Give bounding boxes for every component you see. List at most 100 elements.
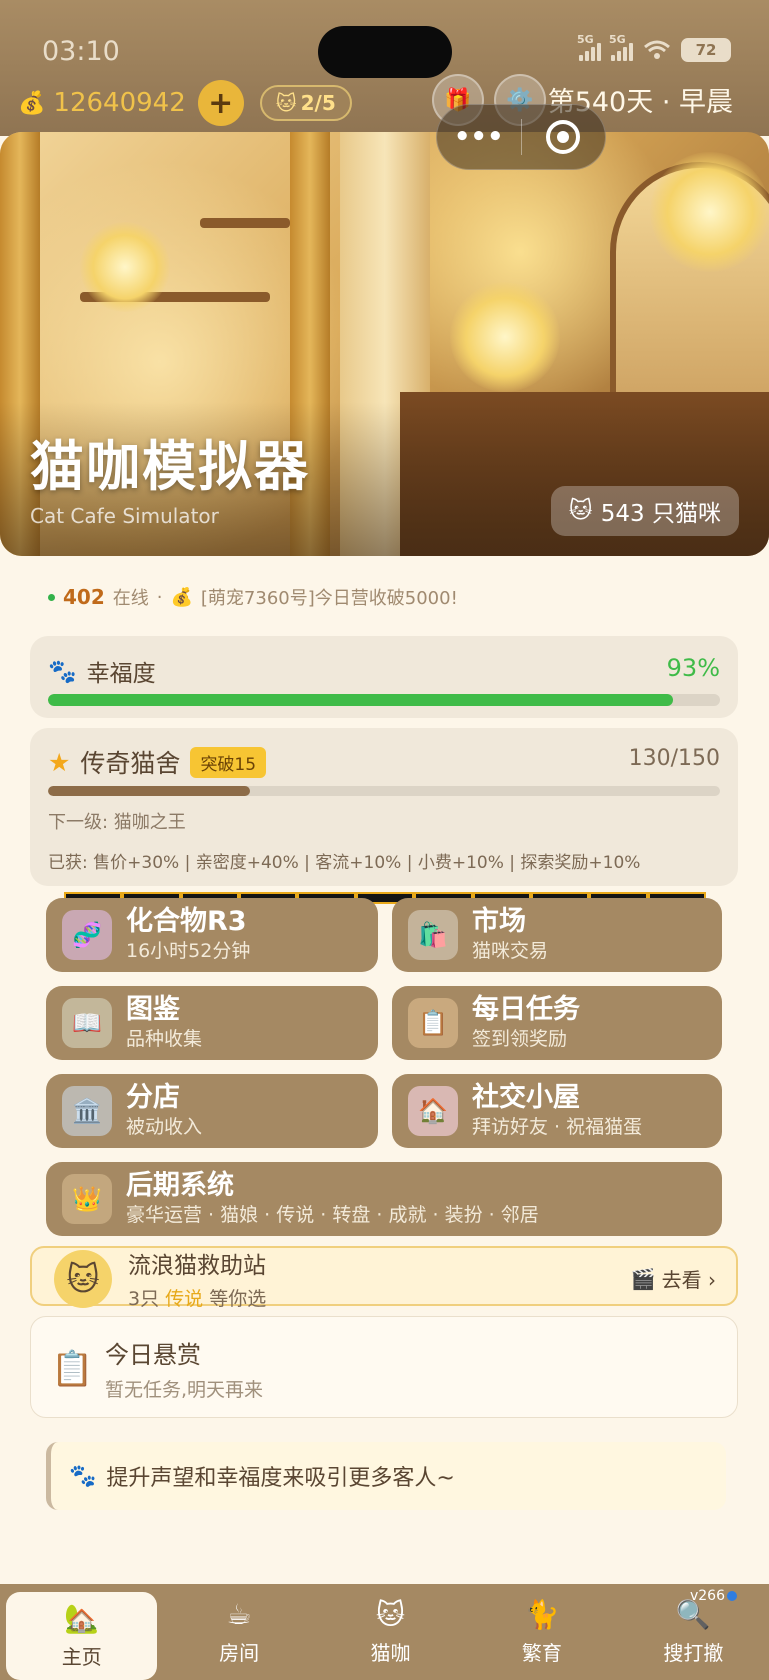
tile-title: 社交小屋 — [472, 1082, 580, 1113]
hero-banner: 猫咖模拟器 Cat Cafe Simulator 🐱 543 只猫咪 — [0, 132, 769, 556]
book-icon: 📖 — [62, 998, 112, 1048]
tile-subtitle: 品种收集 — [126, 1028, 203, 1050]
stray-cat-rescue-banner[interactable]: 🐱 流浪猫救助站 3只 传说 等你选 🎬 去看 › — [30, 1246, 738, 1310]
online-ticker: 402 在线 · 💰 [萌宠7360号]今日营收破5000! — [48, 584, 458, 610]
legend-progress-text: 130/150 — [628, 746, 720, 771]
clipboard-icon: 📋 — [408, 998, 458, 1048]
tab-room[interactable]: ☕ 房间 — [163, 1584, 314, 1680]
branch-store-button[interactable]: 🏛️ 分店被动收入 — [46, 1074, 378, 1148]
happiness-label: 幸福度 — [86, 661, 156, 687]
tip-text: 提升声望和幸福度来吸引更多客人~ — [106, 1466, 455, 1491]
clapperboard-icon: 🎬 — [630, 1266, 656, 1291]
cat-count-badge: 🐱 543 只猫咪 — [550, 486, 739, 536]
happiness-progress-bar — [48, 694, 720, 706]
happiness-progress-fill — [48, 694, 673, 706]
online-suffix: 在线 — [112, 588, 149, 609]
tile-title: 后期系统 — [126, 1170, 234, 1201]
cat-face-icon: 🐱 — [54, 1250, 112, 1308]
next-level-text: 下一级: 猫咖之王 — [48, 812, 186, 833]
happiness-value: 93% — [666, 654, 720, 682]
rescue-highlight: 传说 — [165, 1288, 204, 1310]
cat-cafe-icon: 🐱 — [375, 1598, 406, 1631]
tile-title: 每日任务 — [472, 994, 580, 1025]
cat-face-icon: 🐱 — [275, 91, 297, 115]
late-game-systems-button[interactable]: 👑 后期系统豪华运营 · 猫娘 · 传说 · 转盘 · 成就 · 装扮 · 邻居 — [46, 1162, 722, 1236]
tile-subtitle: 猫咪交易 — [472, 940, 549, 962]
more-dots-icon: ••• — [453, 122, 504, 152]
legend-cattery-card[interactable]: ★ 传奇猫舍 突破15 130/150 下一级: 猫咖之王 已获: 售价+30%… — [30, 728, 738, 886]
money-bag-icon: 💰 — [18, 90, 46, 116]
go-see-link[interactable]: 🎬 去看 › — [631, 1264, 716, 1293]
shelf-decoration — [200, 218, 290, 228]
tab-home[interactable]: 🏡 主页 — [6, 1592, 158, 1680]
news-text: [萌宠7360号]今日营收破5000! — [200, 588, 458, 609]
cat-slots-badge[interactable]: 🐱 2/5 — [259, 85, 352, 121]
tab-label: 搜打撤 — [663, 1641, 724, 1665]
home-icon: 🏡 — [64, 1602, 100, 1635]
tab-label: 房间 — [219, 1641, 260, 1665]
tile-subtitle: 被动收入 — [126, 1116, 203, 1138]
tab-cat-cafe[interactable]: 🐱 猫咖 — [315, 1584, 466, 1680]
close-miniprogram-button[interactable] — [522, 120, 606, 154]
tab-breeding[interactable]: 🐈 繁育 — [466, 1584, 617, 1680]
building-icon: 🏛️ — [62, 1086, 112, 1136]
hero-subtitle: Cat Cafe Simulator — [30, 504, 219, 528]
more-button[interactable]: ••• — [437, 122, 521, 152]
legend-title-row: ★ 传奇猫舍 突破15 — [48, 744, 267, 780]
rescue-title: 流浪猫救助站 — [128, 1253, 266, 1279]
signal-icon: 5G — [577, 33, 601, 61]
paw-icon: 🐾 — [48, 658, 77, 685]
dna-icon: 🧬 — [62, 910, 112, 960]
rescue-subtitle: 3只 传说 等你选 — [128, 1288, 267, 1310]
collection-button[interactable]: 📖 图鉴 品种收集 — [46, 986, 378, 1060]
legend-progress-bar — [48, 786, 720, 796]
bounty-subtitle: 暂无任务,明天再来 — [105, 1379, 264, 1401]
update-dot-icon — [727, 1591, 737, 1601]
tile-subtitle: 签到领奖励 — [472, 1028, 568, 1050]
tile-subtitle: 豪华运营 · 猫娘 · 传说 · 转盘 · 成就 · 装扮 · 邻居 — [126, 1204, 539, 1226]
tile-title: 市场 — [472, 906, 526, 937]
bounty-title: 今日悬赏 — [105, 1341, 201, 1369]
lamp-decoration — [650, 152, 769, 272]
wifi-icon — [644, 40, 670, 59]
online-dot-icon — [48, 593, 55, 601]
status-indicators: 5G 5G 72 — [577, 33, 731, 62]
daily-bounty-card[interactable]: 📋 今日悬赏 暂无任务,明天再来 — [30, 1316, 738, 1418]
go-see-label: 去看 › — [661, 1268, 716, 1292]
crown-icon: 👑 — [62, 1174, 112, 1224]
battery-indicator: 72 — [681, 38, 731, 62]
tip-banner: 🐾 提升声望和幸福度来吸引更多客人~ — [46, 1442, 726, 1510]
legend-title: 传奇猫舍 — [80, 749, 181, 778]
tile-title: 分店 — [126, 1082, 180, 1113]
coffee-cup-icon: ☕ — [226, 1598, 252, 1631]
tab-label: 主页 — [61, 1645, 102, 1669]
cat-count-value: 543 只猫咪 — [600, 501, 721, 527]
mini-program-capsule: ••• — [436, 104, 606, 170]
tab-label: 猫咖 — [370, 1641, 411, 1665]
cat-face-icon: 🐱 — [568, 498, 593, 524]
status-time: 03:10 — [42, 36, 120, 67]
legend-progress-fill — [48, 786, 250, 796]
market-button[interactable]: 🛍️ 市场 猫咪交易 — [392, 898, 722, 972]
clipboard-icon: 📋 — [51, 1349, 94, 1389]
version-text: v266 — [689, 1588, 725, 1604]
compound-r3-button[interactable]: 🧬 化合物R3 16小时52分钟 — [46, 898, 378, 972]
star-icon: ★ — [48, 747, 71, 777]
bonus-text: 已获: 售价+30% | 亲密度+40% | 客流+10% | 小费+10% |… — [48, 853, 641, 873]
tile-title: 化合物R3 — [126, 906, 247, 937]
lamp-decoration — [80, 222, 170, 312]
breeding-icon: 🐈 — [524, 1598, 560, 1631]
money-bag-icon: 💰 — [170, 586, 193, 608]
daily-tasks-button[interactable]: 📋 每日任务签到领奖励 — [392, 986, 722, 1060]
social-house-button[interactable]: 🏠 社交小屋 拜访好友 · 祝福猫蛋 — [392, 1074, 722, 1148]
tab-label: 繁育 — [521, 1641, 562, 1665]
add-coins-button[interactable]: + — [197, 80, 244, 126]
paw-icon: 🐾 — [69, 1463, 97, 1489]
tile-subtitle: 16小时52分钟 — [126, 940, 251, 962]
happiness-card: 🐾 幸福度 93% — [30, 636, 738, 718]
top-bar: 03:10 5G 5G 72 💰 12640942 + 🐱 2/5 🎁 ⚙️ 第… — [0, 0, 769, 136]
version-badge: v266 — [690, 1588, 737, 1604]
breakthrough-badge: 突破15 — [190, 746, 267, 778]
separator: · — [156, 586, 163, 608]
coin-value: 12640942 — [53, 88, 186, 118]
